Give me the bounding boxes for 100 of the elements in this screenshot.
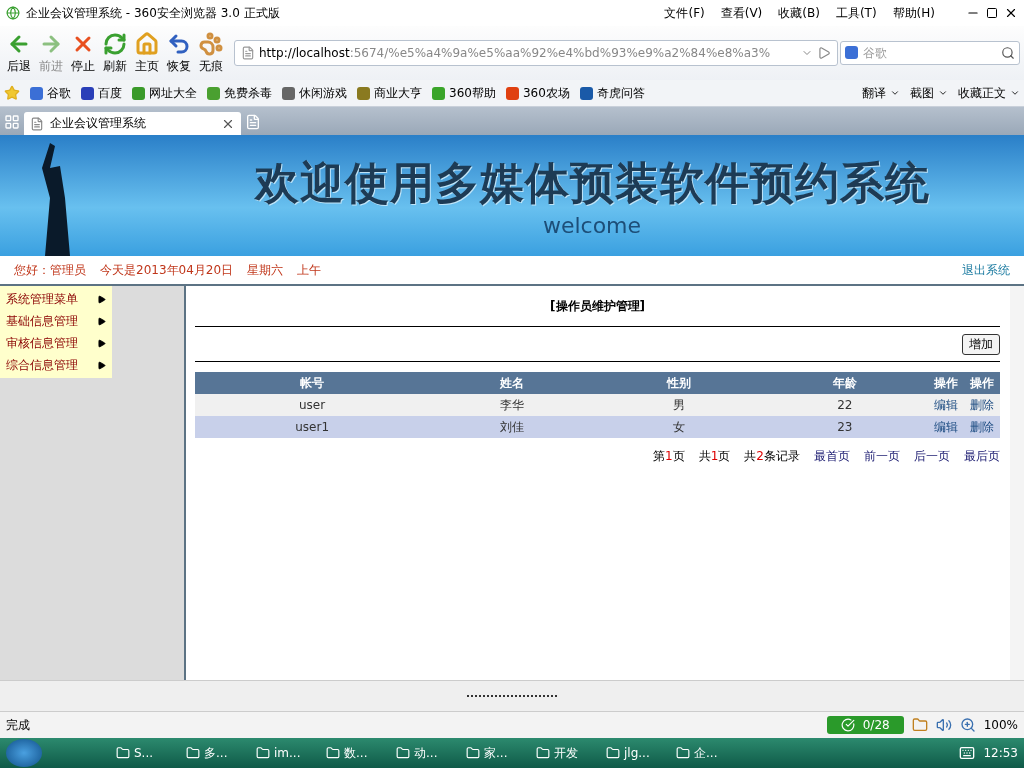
sidebar-item[interactable]: 系统管理菜单 xyxy=(0,288,112,310)
maximize-icon[interactable] xyxy=(986,7,998,19)
column-header: 年龄 xyxy=(761,372,928,394)
toolbar-link[interactable]: 翻译 xyxy=(862,84,900,102)
taskbar-item[interactable]: im... xyxy=(250,745,312,761)
taskbar-item[interactable]: 开发 xyxy=(530,743,592,763)
start-button[interactable] xyxy=(6,739,42,767)
delete-link[interactable]: 删除 xyxy=(970,397,994,412)
menu-item[interactable]: 查看(V) xyxy=(715,4,768,22)
toolbar-link[interactable]: 截图 xyxy=(910,84,948,102)
taskbar-item[interactable]: 数... xyxy=(320,743,382,763)
paw-icon xyxy=(199,31,223,56)
window-title: 企业会议管理系统 - 360安全浏览器 3.0 正式版 xyxy=(26,4,280,22)
refresh-icon xyxy=(103,31,127,56)
speaker-icon[interactable] xyxy=(935,717,952,733)
taskbar-item[interactable]: jlg... xyxy=(600,745,662,761)
favorite-link[interactable]: 百度 xyxy=(81,84,122,102)
edit-link[interactable]: 编辑 xyxy=(934,397,958,412)
grid-icon[interactable] xyxy=(4,114,20,130)
table-row[interactable]: user 李华 男 22 编辑 删除 xyxy=(195,394,1000,416)
keyboard-icon[interactable] xyxy=(959,745,976,761)
home-icon xyxy=(135,31,159,56)
page-icon xyxy=(30,116,44,131)
delete-link[interactable]: 删除 xyxy=(970,419,994,434)
refresh-button[interactable]: 刷新 xyxy=(100,31,130,75)
taskbar-item[interactable]: 动... xyxy=(390,743,452,763)
zoom-icon[interactable] xyxy=(959,717,976,733)
go-icon[interactable] xyxy=(817,46,831,60)
search-field[interactable]: 谷歌 xyxy=(840,41,1020,65)
favorite-link[interactable]: 休闲游戏 xyxy=(282,84,347,102)
menu-item[interactable]: 收藏(B) xyxy=(773,4,825,22)
column-header: 性别 xyxy=(595,372,762,394)
folder-icon xyxy=(256,746,270,760)
folder-icon xyxy=(536,746,550,760)
favorite-link[interactable]: 免费杀毒 xyxy=(207,84,272,102)
close-icon[interactable] xyxy=(1004,6,1018,20)
favorite-link[interactable]: 商业大亨 xyxy=(357,84,422,102)
menu-item[interactable]: 工具(T) xyxy=(830,4,882,22)
favorite-link[interactable]: 360帮助 xyxy=(432,84,496,102)
table-cell: user xyxy=(195,394,430,416)
home-button[interactable]: 主页 xyxy=(132,31,162,75)
url-text: http://localhost:5674/%e5%a4%9a%e5%aa%92%e4%bd%93%e9%a2%84%e8%a3% xyxy=(259,46,771,60)
menu-item[interactable]: 帮助(H) xyxy=(887,4,940,22)
star-icon[interactable] xyxy=(4,85,20,101)
stop-button[interactable]: 停止 xyxy=(68,31,98,75)
add-button[interactable]: 增加 xyxy=(962,333,1000,355)
triangle-icon xyxy=(97,316,106,326)
column-header: 操作 xyxy=(964,372,1000,394)
grip-handle[interactable] xyxy=(466,694,558,698)
banner-subtitle: welcome xyxy=(542,212,642,238)
total-pages-text: 共1页 xyxy=(698,448,731,465)
table-cell: 女 xyxy=(595,416,762,438)
counter-badge[interactable]: 0/28 xyxy=(826,716,904,734)
folder-icon xyxy=(116,746,130,760)
back-button[interactable]: 后退 xyxy=(4,31,34,75)
pagination-link[interactable]: 最后页 xyxy=(964,448,1000,465)
folder-icon xyxy=(676,746,690,760)
taskbar-item[interactable]: 企... xyxy=(670,743,732,763)
page-heading: [操作员维护管理] xyxy=(550,297,645,315)
search-engine-icon[interactable] xyxy=(845,46,858,59)
taskbar-item[interactable]: 家... xyxy=(460,743,522,763)
table-row[interactable]: user1 刘佳 女 23 编辑 删除 xyxy=(195,416,1000,438)
favorite-link[interactable]: 网址大全 xyxy=(132,84,197,102)
zoom-level[interactable]: 100% xyxy=(983,718,1018,732)
address-field[interactable]: http://localhost:5674/%e5%a4%9a%e5%aa%92%e4%bd%93%e9%a2%84%e8%a3% xyxy=(234,40,838,66)
sidebar-item[interactable]: 审核信息管理 xyxy=(0,332,112,354)
folder-icon xyxy=(396,746,410,760)
sidebar-item[interactable]: 综合信息管理 xyxy=(0,354,112,376)
triangle-icon xyxy=(97,294,106,304)
weekday-text: 星期六 xyxy=(247,261,284,279)
pagination-link[interactable]: 最首页 xyxy=(814,448,850,465)
favorite-link[interactable]: 360农场 xyxy=(505,84,570,102)
column-header: 操作 xyxy=(928,372,964,394)
browser-tab[interactable]: 企业会议管理系统 xyxy=(24,112,241,135)
logout-link[interactable]: 退出系统 xyxy=(962,261,1010,279)
folder-icon xyxy=(466,746,480,760)
menu-item[interactable]: 文件(F) xyxy=(659,4,710,22)
new-tab-icon[interactable] xyxy=(245,114,261,130)
column-header: 姓名 xyxy=(429,372,596,394)
scrollbar[interactable] xyxy=(1010,286,1024,680)
search-icon[interactable] xyxy=(1001,46,1015,60)
pagination-link[interactable]: 后一页 xyxy=(914,448,950,465)
table-cell: 22 xyxy=(761,394,928,416)
favorite-link[interactable]: 奇虎问答 xyxy=(579,84,645,102)
undo-button[interactable]: 恢复 xyxy=(164,31,194,75)
toolbar-link[interactable]: 收藏正文 xyxy=(958,84,1020,102)
sidebar-item[interactable]: 基础信息管理 xyxy=(0,310,112,332)
taskbar-item[interactable]: S... xyxy=(110,745,172,761)
edit-link[interactable]: 编辑 xyxy=(934,419,958,434)
triangle-icon xyxy=(97,338,106,348)
folder-icon xyxy=(606,746,620,760)
pagination-link[interactable]: 前一页 xyxy=(864,448,900,465)
caret-icon xyxy=(1010,88,1020,98)
favorite-link[interactable]: 谷歌 xyxy=(30,84,71,102)
paw-button[interactable]: 无痕 xyxy=(196,31,226,75)
period-text: 上午 xyxy=(297,261,322,279)
page-number-text: 第1页 xyxy=(653,448,685,465)
folder-icon[interactable] xyxy=(911,717,928,733)
triangle-icon xyxy=(97,360,106,370)
taskbar-item[interactable]: 多... xyxy=(180,743,242,763)
